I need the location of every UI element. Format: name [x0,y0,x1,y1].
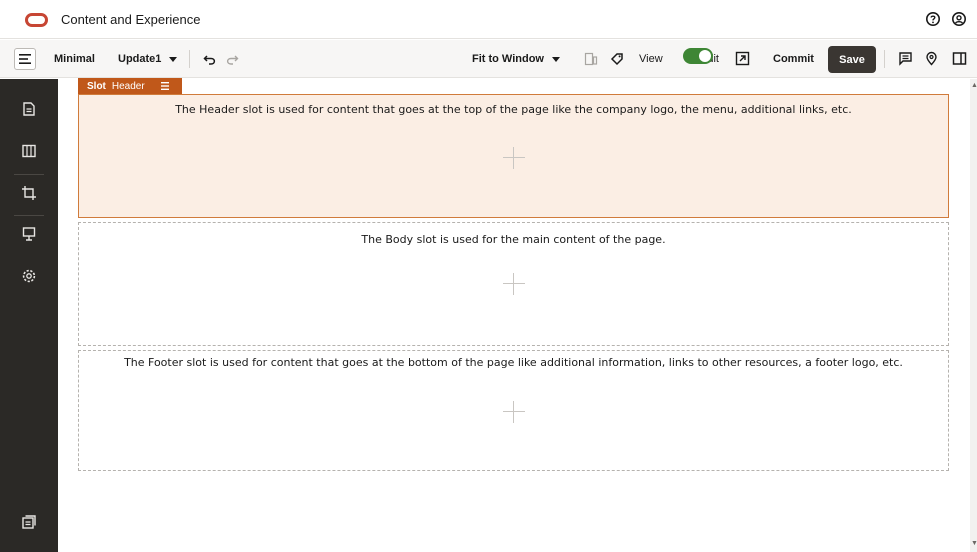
help-icon[interactable] [925,11,941,27]
fit-to-window-dropdown[interactable]: Fit to Window [472,40,560,78]
header-slot-description: The Header slot is used for content that… [175,103,852,116]
menu-button[interactable] [14,48,36,70]
rail-divider [14,215,44,216]
update-dropdown[interactable]: Update1 [118,40,178,78]
app-title: Content and Experience [61,12,201,27]
slot-tag[interactable]: Slot Header [78,78,182,94]
canvas-scrollbar[interactable] [970,79,977,552]
left-rail [0,79,58,552]
scroll-up-icon[interactable]: ▲ [971,82,977,89]
menu-icon [19,54,31,64]
undo-icon[interactable] [203,52,217,66]
update-label: Update1 [118,53,162,65]
rail-divider [14,174,44,175]
layout-columns-icon[interactable] [21,143,37,159]
chevron-down-icon [169,56,178,62]
components-icon[interactable] [21,226,37,242]
layout-name: Minimal [54,53,95,65]
fit-to-window-label: Fit to Window [472,53,544,65]
pages-icon[interactable] [21,101,37,117]
open-external-icon[interactable] [735,51,750,66]
scroll-down-icon[interactable]: ▼ [971,540,977,547]
body-slot-description: The Body slot is used for the main conte… [361,233,666,246]
header-slot[interactable]: The Header slot is used for content that… [78,94,949,218]
crop-icon[interactable] [21,185,37,201]
commit-button[interactable]: Commit [773,40,814,78]
settings-icon[interactable] [21,268,37,284]
device-preview-icon[interactable] [584,52,598,66]
preview-icon[interactable] [21,514,37,530]
redo-icon[interactable] [225,52,239,66]
add-content-icon[interactable] [503,147,525,169]
add-content-icon[interactable] [503,273,525,295]
view-label: View [639,53,663,65]
slot-tag-name: Header [111,80,145,92]
chevron-down-icon [552,56,560,62]
comments-icon[interactable] [898,51,913,66]
footer-slot[interactable]: The Footer slot is used for content that… [78,350,949,471]
tag-icon[interactable] [610,52,624,66]
user-icon[interactable] [951,11,967,27]
body-slot[interactable]: The Body slot is used for the main conte… [78,222,949,346]
edit-mode-toggle[interactable] [683,48,713,64]
toolbar-divider [884,50,885,68]
oracle-logo-icon[interactable] [25,13,48,27]
location-pin-icon[interactable] [924,51,939,66]
footer-slot-description: The Footer slot is used for content that… [124,356,903,369]
side-panel-icon[interactable] [952,51,967,66]
app-header: Content and Experience [0,0,977,39]
slot-tag-prefix: Slot [87,80,106,92]
add-content-icon[interactable] [503,401,525,423]
slot-menu-icon[interactable] [160,82,169,90]
toolbar-divider [189,50,190,68]
save-button[interactable]: Save [828,46,876,73]
